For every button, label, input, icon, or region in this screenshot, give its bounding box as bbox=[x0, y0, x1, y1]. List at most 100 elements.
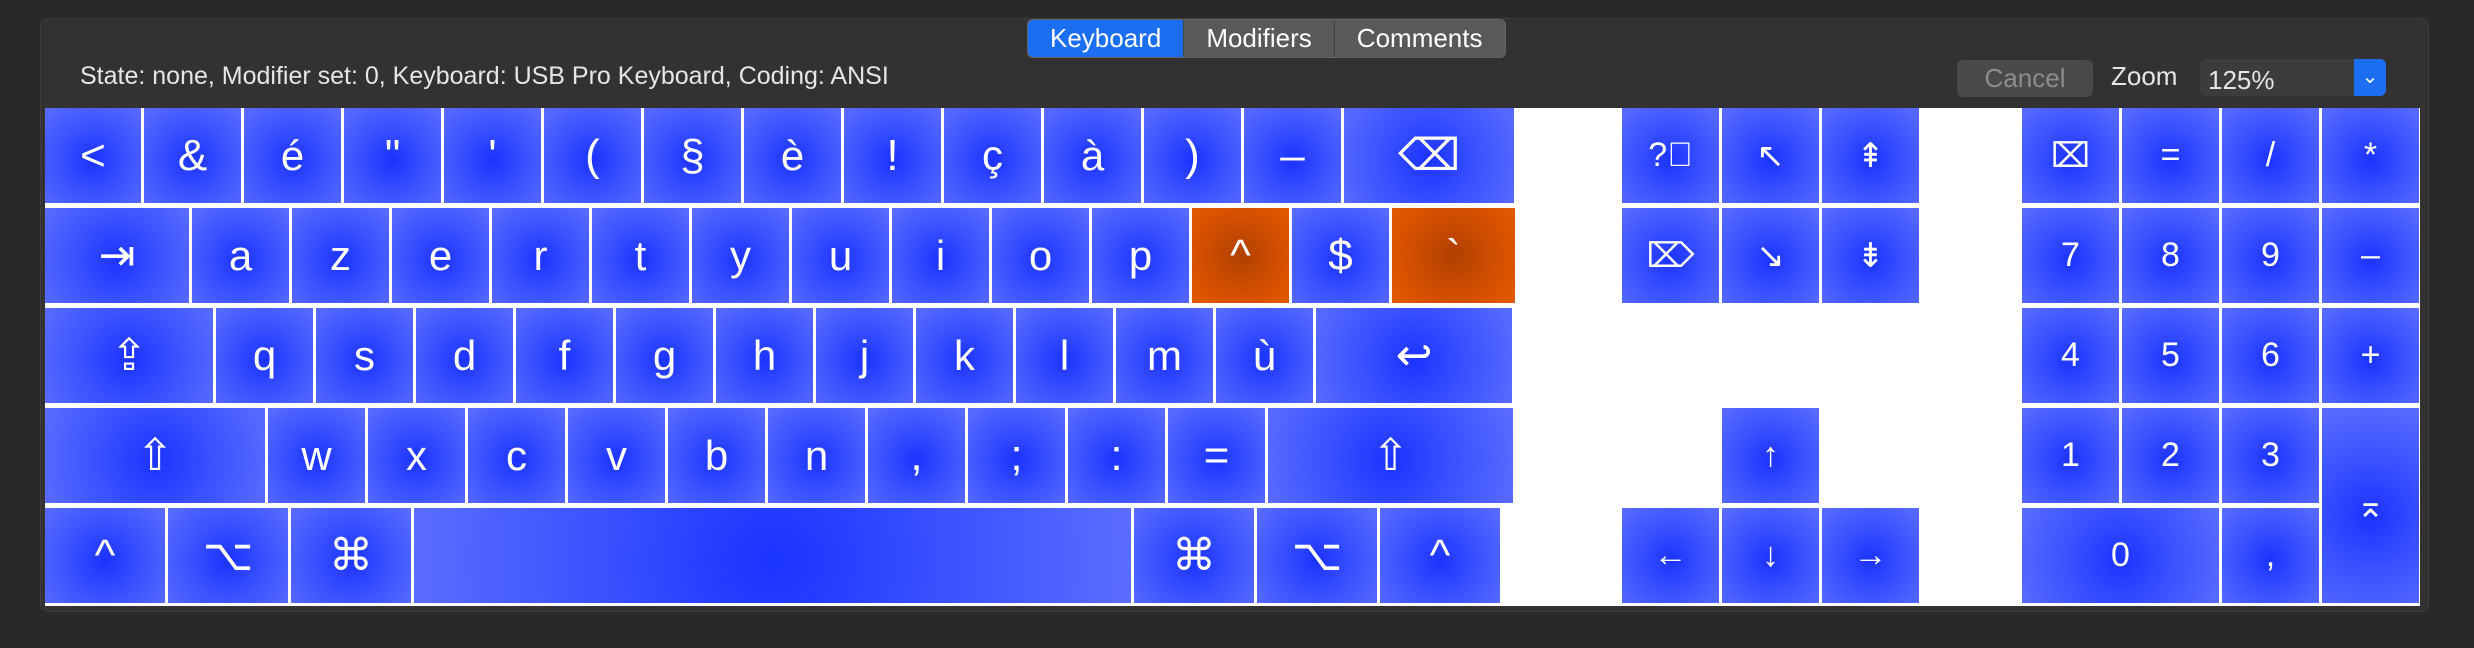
key-row2-2[interactable]: z bbox=[292, 208, 389, 303]
key-row5-6[interactable]: ^ bbox=[1380, 508, 1500, 603]
key-row3-3[interactable]: d bbox=[416, 308, 513, 403]
key-row3-2[interactable]: s bbox=[316, 308, 413, 403]
nav-key-fwd-delete[interactable]: ⌦ bbox=[1622, 208, 1719, 303]
key-row2-4[interactable]: r bbox=[492, 208, 589, 303]
key-row1-1[interactable]: & bbox=[144, 108, 241, 203]
key-row2-13[interactable]: ` bbox=[1392, 208, 1515, 303]
numpad-key-multiply[interactable]: * bbox=[2322, 108, 2419, 203]
key-row1-10[interactable]: à bbox=[1044, 108, 1141, 203]
numpad-key-minus[interactable]: – bbox=[2322, 208, 2419, 303]
key-row1-5[interactable]: ( bbox=[544, 108, 641, 203]
key-row5-5[interactable]: ⌥ bbox=[1257, 508, 1377, 603]
key-row2-3[interactable]: e bbox=[392, 208, 489, 303]
nav-key-help[interactable]: ?⃝ bbox=[1622, 108, 1719, 203]
key-row1-2[interactable]: é bbox=[244, 108, 341, 203]
key-label: t bbox=[634, 231, 647, 279]
key-row3-8[interactable]: k bbox=[916, 308, 1013, 403]
key-row4-6[interactable]: n bbox=[768, 408, 865, 503]
nav-key-down[interactable]: ↓ bbox=[1722, 508, 1819, 603]
key-row1-9[interactable]: ç bbox=[944, 108, 1041, 203]
key-row3-4[interactable]: f bbox=[516, 308, 613, 403]
key-row4-3[interactable]: c bbox=[468, 408, 565, 503]
chevron-down-icon: ⌄ bbox=[2354, 59, 2386, 96]
key-row1-3[interactable]: " bbox=[344, 108, 441, 203]
key-row2-11[interactable]: ^ bbox=[1192, 208, 1289, 303]
nav-key-home[interactable]: ↖ bbox=[1722, 108, 1819, 203]
key-row1-8[interactable]: ! bbox=[844, 108, 941, 203]
numpad-key-4[interactable]: 4 bbox=[2022, 308, 2119, 403]
key-row2-8[interactable]: i bbox=[892, 208, 989, 303]
key-row4-10[interactable]: = bbox=[1168, 408, 1265, 503]
key-row5-4[interactable]: ⌘ bbox=[1134, 508, 1254, 603]
key-row4-9[interactable]: : bbox=[1068, 408, 1165, 503]
key-row5-0[interactable]: ^ bbox=[45, 508, 165, 603]
key-row3-1[interactable]: q bbox=[216, 308, 313, 403]
key-row1-0[interactable]: < bbox=[45, 108, 141, 203]
nav-key-pageup[interactable]: ⇞ bbox=[1822, 108, 1919, 203]
key-row3-10[interactable]: m bbox=[1116, 308, 1213, 403]
key-row1-7[interactable]: è bbox=[744, 108, 841, 203]
key-row1-6[interactable]: § bbox=[644, 108, 741, 203]
numpad-key-5[interactable]: 5 bbox=[2122, 308, 2219, 403]
key-row2-5[interactable]: t bbox=[592, 208, 689, 303]
key-row3-11[interactable]: ù bbox=[1216, 308, 1313, 403]
key-row4-11[interactable]: ⇧ bbox=[1268, 408, 1513, 503]
zoom-select[interactable]: 125% ⌄ bbox=[2200, 59, 2386, 96]
key-row3-9[interactable]: l bbox=[1016, 308, 1113, 403]
key-label: ← bbox=[1653, 536, 1688, 574]
key-row3-5[interactable]: g bbox=[616, 308, 713, 403]
nav-key-up[interactable]: ↑ bbox=[1722, 408, 1819, 503]
key-label: ⌧ bbox=[2050, 136, 2091, 175]
numpad-key-0[interactable]: 0 bbox=[2022, 508, 2219, 603]
tab-modifiers[interactable]: Modifiers bbox=[1183, 20, 1333, 57]
key-row4-4[interactable]: v bbox=[568, 408, 665, 503]
numpad-key-3[interactable]: 3 bbox=[2222, 408, 2319, 503]
numpad-key-9[interactable]: 9 bbox=[2222, 208, 2319, 303]
key-row4-5[interactable]: b bbox=[668, 408, 765, 503]
numpad-key-clear[interactable]: ⌧ bbox=[2022, 108, 2119, 203]
key-row2-6[interactable]: y bbox=[692, 208, 789, 303]
key-row1-13[interactable]: ⌫ bbox=[1344, 108, 1514, 203]
key-row1-11[interactable]: ) bbox=[1144, 108, 1241, 203]
key-row2-10[interactable]: p bbox=[1092, 208, 1189, 303]
key-row4-8[interactable]: ; bbox=[968, 408, 1065, 503]
nav-key-pagedown[interactable]: ⇟ bbox=[1822, 208, 1919, 303]
key-row5-2[interactable]: ⌘ bbox=[291, 508, 411, 603]
key-row3-6[interactable]: h bbox=[716, 308, 813, 403]
nav-key-left[interactable]: ← bbox=[1622, 508, 1719, 603]
cancel-button[interactable]: Cancel bbox=[1957, 60, 2093, 97]
key-row4-1[interactable]: w bbox=[268, 408, 365, 503]
numpad-key-1[interactable]: 1 bbox=[2022, 408, 2119, 503]
key-label: i bbox=[935, 231, 946, 279]
numpad-key-equals[interactable]: = bbox=[2122, 108, 2219, 203]
key-row3-7[interactable]: j bbox=[816, 308, 913, 403]
key-row5-1[interactable]: ⌥ bbox=[168, 508, 288, 603]
numpad-key-decimal[interactable]: , bbox=[2222, 508, 2319, 603]
key-label: ⇧ bbox=[1372, 431, 1409, 480]
key-row1-12[interactable]: – bbox=[1244, 108, 1341, 203]
key-row3-12[interactable]: ↩ bbox=[1316, 308, 1512, 403]
numpad-key-7[interactable]: 7 bbox=[2022, 208, 2119, 303]
nav-key-end[interactable]: ↘ bbox=[1722, 208, 1819, 303]
key-row2-12[interactable]: $ bbox=[1292, 208, 1389, 303]
key-label: z bbox=[330, 231, 351, 279]
nav-key-right[interactable]: → bbox=[1822, 508, 1919, 603]
key-row4-0[interactable]: ⇧ bbox=[45, 408, 265, 503]
numpad-key-8[interactable]: 8 bbox=[2122, 208, 2219, 303]
numpad-key-divide[interactable]: / bbox=[2222, 108, 2319, 203]
key-row2-0[interactable]: ⇥ bbox=[45, 208, 189, 303]
key-row2-9[interactable]: o bbox=[992, 208, 1089, 303]
key-row2-7[interactable]: u bbox=[792, 208, 889, 303]
key-row1-4[interactable]: ' bbox=[444, 108, 541, 203]
numpad-key-enter[interactable]: ⌅ bbox=[2322, 408, 2419, 603]
key-row2-1[interactable]: a bbox=[192, 208, 289, 303]
tab-comments[interactable]: Comments bbox=[1333, 20, 1505, 57]
key-row4-7[interactable]: , bbox=[868, 408, 965, 503]
numpad-key-2[interactable]: 2 bbox=[2122, 408, 2219, 503]
key-row5-3[interactable] bbox=[414, 508, 1131, 603]
numpad-key-6[interactable]: 6 bbox=[2222, 308, 2319, 403]
key-row3-0[interactable]: ⇪ bbox=[45, 308, 213, 403]
key-row4-2[interactable]: x bbox=[368, 408, 465, 503]
tab-keyboard[interactable]: Keyboard bbox=[1028, 20, 1184, 57]
numpad-key-plus[interactable]: + bbox=[2322, 308, 2419, 403]
